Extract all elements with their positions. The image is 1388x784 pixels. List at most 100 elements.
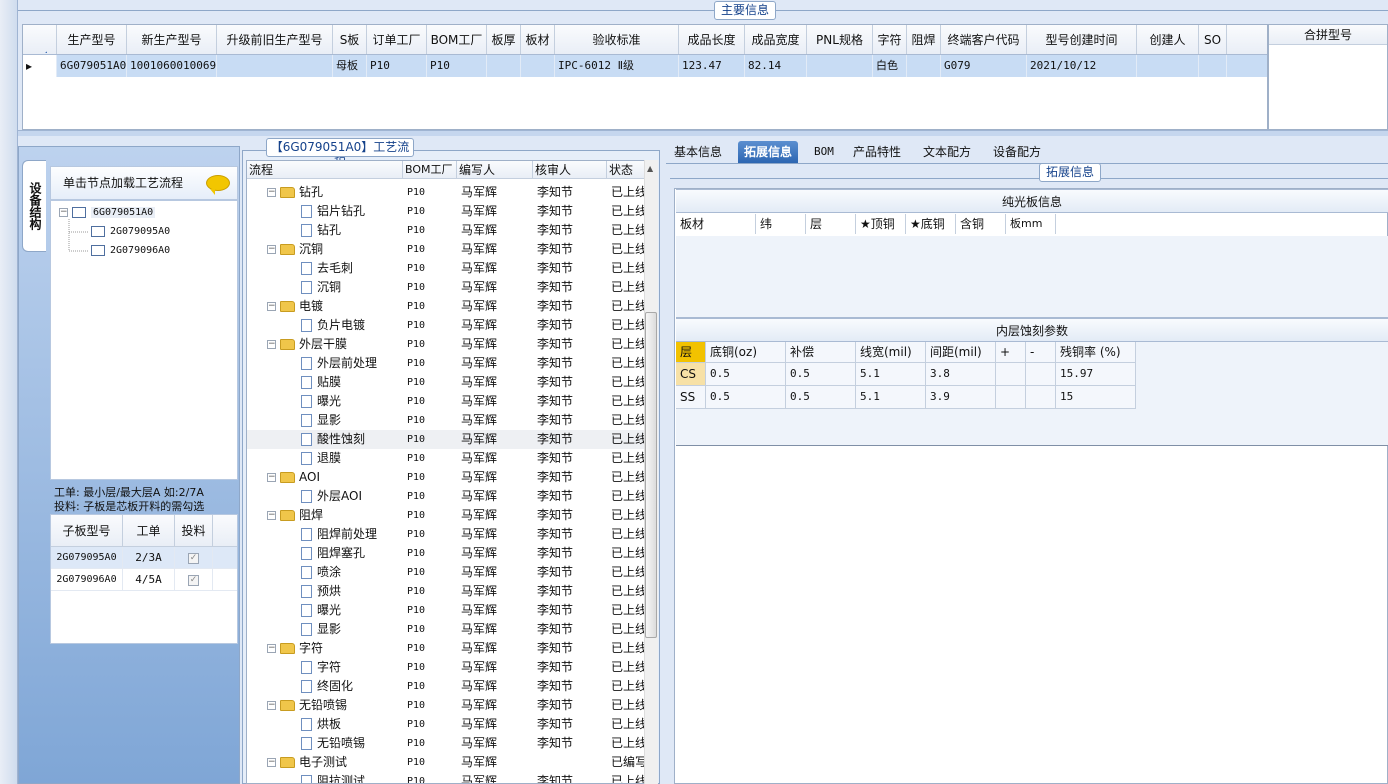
flow-row[interactable]: − AOI P10 马军辉 李知节 已上线 bbox=[247, 468, 645, 487]
main-info-cell[interactable] bbox=[217, 55, 333, 77]
structure-tree[interactable]: −6G079051A0 2G079095A0 2G079096A0 bbox=[50, 200, 238, 480]
flow-row[interactable]: 显影 P10 马军辉 李知节 已上线 bbox=[247, 411, 645, 430]
flow-row[interactable]: − 电镀 P10 马军辉 李知节 已上线 bbox=[247, 297, 645, 316]
main-info-col[interactable]: 板厚 bbox=[487, 25, 521, 54]
feed-checkbox[interactable]: ✓ bbox=[188, 575, 199, 586]
main-info-col[interactable]: 阻焊 bbox=[907, 25, 941, 54]
splitter[interactable] bbox=[18, 130, 1388, 136]
scroll-up-icon[interactable]: ▲ bbox=[647, 164, 653, 173]
feed-checkbox[interactable]: ✓ bbox=[188, 553, 199, 564]
main-info-cell[interactable]: IPC-6012 Ⅱ级 bbox=[555, 55, 679, 77]
flow-row[interactable]: 去毛刺 P10 马军辉 李知节 已上线 bbox=[247, 259, 645, 278]
row-pointer-icon[interactable]: ▸ bbox=[23, 55, 57, 77]
collapse-icon[interactable]: − bbox=[267, 340, 276, 349]
flow-row[interactable]: 阻焊前处理 P10 马军辉 李知节 已上线 bbox=[247, 525, 645, 544]
tab-basic-info[interactable]: 基本信息 bbox=[668, 141, 728, 163]
main-info-cell[interactable] bbox=[487, 55, 521, 77]
flow-scroll-thumb[interactable] bbox=[645, 312, 657, 638]
flow-row[interactable]: − 阻焊 P10 马军辉 李知节 已上线 bbox=[247, 506, 645, 525]
flow-row[interactable]: − 无铅喷锡 P10 马军辉 李知节 已上线 bbox=[247, 696, 645, 715]
main-info-cell[interactable]: P10 bbox=[427, 55, 487, 77]
plate-info-grid[interactable] bbox=[676, 236, 1388, 318]
tab-bom[interactable]: BOM bbox=[808, 141, 840, 163]
flow-row[interactable]: 曝光 P10 马军辉 李知节 已上线 bbox=[247, 392, 645, 411]
flow-row[interactable]: − 字符 P10 马军辉 李知节 已上线 bbox=[247, 639, 645, 658]
main-info-col[interactable]: 验收标准 bbox=[555, 25, 679, 54]
flow-row[interactable]: 阻焊塞孔 P10 马军辉 李知节 已上线 bbox=[247, 544, 645, 563]
main-info-col[interactable]: 板材 bbox=[521, 25, 555, 54]
main-info-cell[interactable]: 母板 bbox=[333, 55, 367, 77]
flow-row[interactable]: 喷涂 P10 马军辉 李知节 已上线 bbox=[247, 563, 645, 582]
main-info-cell[interactable]: 白色 bbox=[873, 55, 907, 77]
flow-row[interactable]: − 钻孔 P10 马军辉 李知节 已上线 bbox=[247, 183, 645, 202]
collapse-icon[interactable]: − bbox=[267, 758, 276, 767]
flow-row[interactable]: − 沉铜 P10 马军辉 李知节 已上线 bbox=[247, 240, 645, 259]
collapse-icon[interactable]: − bbox=[267, 473, 276, 482]
main-info-col[interactable]: BOM工厂 bbox=[427, 25, 487, 54]
table-row[interactable]: 2G079096A0 4/5A ✓ bbox=[51, 569, 237, 591]
main-info-col[interactable]: 新生产型号 bbox=[127, 25, 217, 54]
collapse-icon[interactable]: − bbox=[267, 701, 276, 710]
main-info-col[interactable]: S板 bbox=[333, 25, 367, 54]
collapse-icon[interactable]: − bbox=[267, 302, 276, 311]
flow-row[interactable]: 贴膜 P10 马军辉 李知节 已上线 bbox=[247, 373, 645, 392]
main-info-col[interactable]: 创建人 bbox=[1137, 25, 1199, 54]
main-info-col[interactable]: 成品长度 bbox=[679, 25, 745, 54]
main-info-col[interactable]: 升级前旧生产型号 bbox=[217, 25, 333, 54]
process-flow-tree[interactable]: 流程 BOM工厂 编写人 核审人 状态 − 钻孔 P10 马军辉 李知节 已上线 铝片钻孔 P… bbox=[246, 160, 658, 784]
flow-row[interactable]: 酸性蚀刻 P10 马军辉 李知节 已上线 bbox=[247, 430, 645, 449]
flow-row[interactable]: 负片电镀 P10 马军辉 李知节 已上线 bbox=[247, 316, 645, 335]
tab-equipment-recipe[interactable]: 设备配方 bbox=[987, 141, 1047, 163]
main-info-cell[interactable]: G079 bbox=[941, 55, 1027, 77]
flow-row[interactable]: 终固化 P10 马军辉 李知节 已上线 bbox=[247, 677, 645, 696]
main-info-col[interactable]: 型号创建时间 bbox=[1027, 25, 1137, 54]
main-info-cell[interactable] bbox=[1199, 55, 1227, 77]
tab-product-features[interactable]: 产品特性 bbox=[847, 141, 907, 163]
main-info-cell[interactable]: 6G079051A0 bbox=[57, 55, 127, 77]
table-row[interactable]: SS 0.5 0.5 5.1 3.9 15 bbox=[676, 386, 1136, 409]
merge-model-panel[interactable]: 合拼型号 bbox=[1268, 24, 1388, 130]
table-row[interactable]: CS 0.5 0.5 5.1 3.8 15.97 bbox=[676, 363, 1136, 386]
flow-row[interactable]: 外层前处理 P10 马军辉 李知节 已上线 bbox=[247, 354, 645, 373]
tab-device-structure[interactable]: 设备结构 bbox=[22, 160, 46, 252]
main-info-col[interactable]: SO bbox=[1199, 25, 1227, 54]
flow-row[interactable]: 烘板 P10 马军辉 李知节 已上线 bbox=[247, 715, 645, 734]
main-info-col[interactable]: 字符 bbox=[873, 25, 907, 54]
tab-text-recipe[interactable]: 文本配方 bbox=[917, 141, 977, 163]
main-info-col[interactable]: 生产型号 bbox=[57, 25, 127, 54]
main-info-col[interactable]: PNL规格 bbox=[807, 25, 873, 54]
main-info-cell[interactable]: 82.14 bbox=[745, 55, 807, 77]
collapse-icon[interactable]: − bbox=[267, 511, 276, 520]
main-info-cell[interactable] bbox=[907, 55, 941, 77]
flow-row[interactable]: 曝光 P10 马军辉 李知节 已上线 bbox=[247, 601, 645, 620]
flow-row[interactable]: 外层AOI P10 马军辉 李知节 已上线 bbox=[247, 487, 645, 506]
collapse-icon[interactable]: − bbox=[267, 644, 276, 653]
flow-row[interactable]: 铝片钻孔 P10 马军辉 李知节 已上线 bbox=[247, 202, 645, 221]
flow-row[interactable]: 显影 P10 马军辉 李知节 已上线 bbox=[247, 620, 645, 639]
flow-row[interactable]: − 外层干膜 P10 马军辉 李知节 已上线 bbox=[247, 335, 645, 354]
flow-row[interactable]: 沉铜 P10 马军辉 李知节 已上线 bbox=[247, 278, 645, 297]
collapse-icon[interactable]: − bbox=[267, 245, 276, 254]
flow-row[interactable]: − 电子测试 P10 马军辉 已编写 bbox=[247, 753, 645, 772]
main-info-cell[interactable]: P10 bbox=[367, 55, 427, 77]
main-info-cell[interactable]: 10010600100697 bbox=[127, 55, 217, 77]
main-info-col[interactable]: 订单工厂 bbox=[367, 25, 427, 54]
flow-row[interactable]: 钻孔 P10 马军辉 李知节 已上线 bbox=[247, 221, 645, 240]
main-info-col[interactable]: 成品宽度 bbox=[745, 25, 807, 54]
main-info-cell[interactable] bbox=[807, 55, 873, 77]
table-row[interactable]: 2G079095A0 2/3A ✓ bbox=[51, 547, 237, 569]
flow-row[interactable]: 预烘 P10 马军辉 李知节 已上线 bbox=[247, 582, 645, 601]
main-info-cell[interactable] bbox=[521, 55, 555, 77]
main-info-grid[interactable]: 生产型号 新生产型号 升级前旧生产型号 S板 订单工厂 BOM工厂 板厚 板材 验收标准 成品长度… bbox=[22, 24, 1268, 130]
main-info-cell[interactable]: 123.47 bbox=[679, 55, 745, 77]
main-info-col[interactable]: 终端客户代码 bbox=[941, 25, 1027, 54]
collapse-icon[interactable]: − bbox=[267, 188, 276, 197]
sub-board-grid[interactable]: 子板型号 工单 投料 2G079095A0 2/3A ✓ 2G079096A0 … bbox=[50, 514, 238, 644]
tab-extended-info[interactable]: 拓展信息 bbox=[738, 141, 799, 163]
main-info-cell[interactable]: 2021/10/12 bbox=[1027, 55, 1137, 77]
table-row[interactable]: ▸ 6G079051A0 10010600100697 母板 P10 P10 IPC-601… bbox=[23, 55, 1267, 77]
flow-row[interactable]: 无铅喷锡 P10 马军辉 李知节 已上线 bbox=[247, 734, 645, 753]
flow-row[interactable]: 退膜 P10 马军辉 李知节 已上线 bbox=[247, 449, 645, 468]
flow-row[interactable]: 阻抗测试 P10 马军辉 李知节 已上线 bbox=[247, 772, 645, 783]
flow-row[interactable]: 字符 P10 马军辉 李知节 已上线 bbox=[247, 658, 645, 677]
